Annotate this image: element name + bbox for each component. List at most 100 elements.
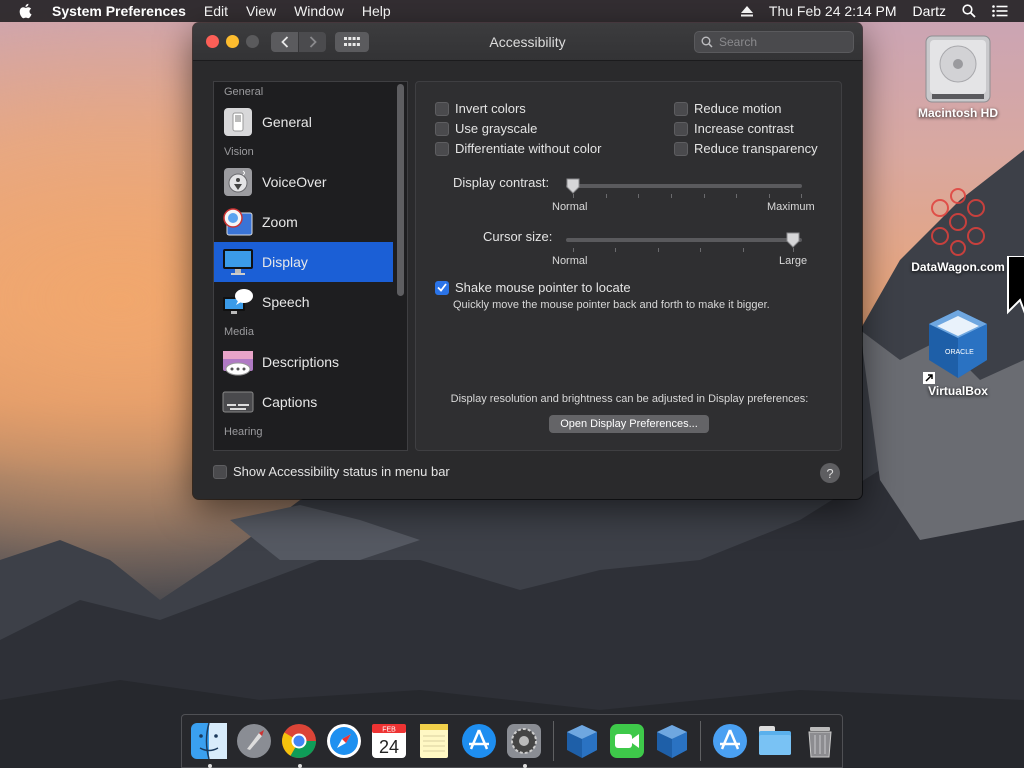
cursor-size-max-label: Large <box>779 255 808 267</box>
menu-clock[interactable]: Thu Feb 24 2:14 PM <box>769 3 897 19</box>
mouse-pointer-icon <box>1006 255 1024 325</box>
eject-icon[interactable] <box>740 5 753 17</box>
menu-window[interactable]: Window <box>294 3 344 19</box>
increase-contrast-option[interactable]: Increase contrast <box>674 121 794 136</box>
use-grayscale-label: Use grayscale <box>455 121 538 136</box>
dock-separator <box>700 721 702 761</box>
zoom-icon <box>222 206 254 238</box>
general-switch-icon <box>222 106 254 138</box>
display-contrast-track[interactable] <box>566 184 802 188</box>
search-icon <box>701 36 713 48</box>
dock-separator <box>552 721 554 761</box>
dock-facetime[interactable] <box>606 720 647 762</box>
facetime-icon <box>609 724 644 758</box>
dock-calendar[interactable]: FEB 24 <box>369 720 410 762</box>
dock-launchpad[interactable] <box>234 720 275 762</box>
notes-icon <box>420 724 449 758</box>
dock-virtualbox[interactable] <box>561 720 602 762</box>
sidebar-item-label: Zoom <box>262 214 298 230</box>
sidebar-item-descriptions[interactable]: Descriptions <box>214 342 393 382</box>
dock-system-preferences[interactable] <box>504 720 545 768</box>
sidebar-item-label: General <box>262 114 312 130</box>
running-indicator <box>297 764 302 768</box>
reduce-motion-checkbox[interactable] <box>674 101 688 116</box>
display-contrast-max-label: Maximum <box>767 201 815 213</box>
differentiate-without-color-option[interactable]: Differentiate without color <box>435 141 601 156</box>
reduce-motion-option[interactable]: Reduce motion <box>674 101 781 116</box>
sidebar-item-zoom[interactable]: Zoom <box>214 202 393 242</box>
slider-tick <box>704 194 705 198</box>
help-button[interactable]: ? <box>820 463 840 483</box>
dock-documents-folder[interactable] <box>754 720 795 762</box>
slider-tick <box>736 194 737 198</box>
show-status-option[interactable]: Show Accessibility status in menu bar <box>213 464 450 479</box>
category-sidebar[interactable]: General General Vision VoiceOver Zoom Di… <box>213 81 408 451</box>
section-header-vision: Vision <box>224 146 254 158</box>
dock-chrome[interactable] <box>279 720 320 768</box>
cursor-size-knob[interactable] <box>786 232 800 248</box>
dock-safari[interactable] <box>324 720 365 762</box>
app-store-icon <box>462 724 497 758</box>
slider-tick <box>700 248 701 252</box>
shake-to-locate-option[interactable]: Shake mouse pointer to locate <box>435 280 631 295</box>
cursor-size-min-label: Normal <box>552 255 588 267</box>
chrome-icon <box>282 724 317 758</box>
slider-tick <box>671 194 672 198</box>
reduce-transparency-option[interactable]: Reduce transparency <box>674 141 818 156</box>
shake-to-locate-checkbox[interactable] <box>435 280 449 295</box>
menu-view[interactable]: View <box>246 3 276 19</box>
search-input[interactable] <box>719 35 839 49</box>
notification-center-icon[interactable] <box>992 5 1008 17</box>
open-display-preferences-button[interactable]: Open Display Preferences... <box>549 415 709 433</box>
search-field[interactable] <box>694 31 854 53</box>
dock-finder[interactable] <box>189 720 230 768</box>
use-grayscale-option[interactable]: Use grayscale <box>435 121 537 136</box>
invert-colors-checkbox[interactable] <box>435 101 449 116</box>
shake-to-locate-description: Quickly move the mouse pointer back and … <box>453 299 770 311</box>
desktop-icon-datawagon[interactable]: DataWagon.com <box>898 184 1018 274</box>
desktop-icon-label: Macintosh HD <box>917 106 998 120</box>
menu-user[interactable]: Dartz <box>913 3 946 19</box>
apple-menu-icon[interactable] <box>18 3 36 19</box>
use-grayscale-checkbox[interactable] <box>435 121 449 136</box>
sidebar-item-voiceover[interactable]: VoiceOver <box>214 162 393 202</box>
menu-edit[interactable]: Edit <box>204 3 228 19</box>
slider-tick <box>658 248 659 252</box>
dock-applications-folder[interactable] <box>709 720 750 762</box>
dock-app-store[interactable] <box>459 720 500 762</box>
sidebar-item-general[interactable]: General <box>214 102 393 142</box>
virtualbox-icon: ORACLE <box>923 306 993 384</box>
slider-tick <box>573 248 574 252</box>
cursor-size-track[interactable] <box>566 238 802 242</box>
dock-trash[interactable] <box>799 720 840 762</box>
menu-help[interactable]: Help <box>362 3 391 19</box>
sidebar-item-captions[interactable]: Captions <box>214 382 393 422</box>
virtualbox-icon <box>656 725 687 758</box>
show-status-checkbox[interactable] <box>213 464 227 479</box>
dock-notes[interactable] <box>414 720 455 762</box>
display-settings-panel: Invert colors Use grayscale Differentiat… <box>415 81 842 451</box>
calendar-month: FEB <box>382 727 396 734</box>
calendar-icon: FEB 24 <box>372 724 407 758</box>
dock-virtualbox-vm[interactable] <box>651 720 692 762</box>
display-contrast-knob[interactable] <box>566 178 580 194</box>
launchpad-icon <box>237 724 272 758</box>
sidebar-item-speech[interactable]: Speech <box>214 282 393 322</box>
desktop-icon-macintosh-hd[interactable]: Macintosh HD <box>898 32 1018 120</box>
reduce-transparency-checkbox[interactable] <box>674 141 688 156</box>
invert-colors-option[interactable]: Invert colors <box>435 101 526 116</box>
slider-tick <box>769 194 770 198</box>
trash-icon <box>808 727 832 758</box>
slider-tick <box>638 194 639 198</box>
sidebar-item-display[interactable]: Display <box>214 242 393 282</box>
differentiate-without-color-checkbox[interactable] <box>435 141 449 156</box>
spotlight-search-icon[interactable] <box>962 4 976 18</box>
increase-contrast-checkbox[interactable] <box>674 121 688 136</box>
reduce-motion-label: Reduce motion <box>694 101 782 116</box>
desktop-icon-label: DataWagon.com <box>911 260 1005 274</box>
sidebar-scrollbar[interactable] <box>397 84 404 296</box>
finder-icon <box>191 722 228 760</box>
desktop-icon-virtualbox[interactable]: ORACLE VirtualBox <box>898 306 1018 398</box>
menu-app-name[interactable]: System Preferences <box>52 3 186 19</box>
checkmark-icon <box>437 283 447 292</box>
